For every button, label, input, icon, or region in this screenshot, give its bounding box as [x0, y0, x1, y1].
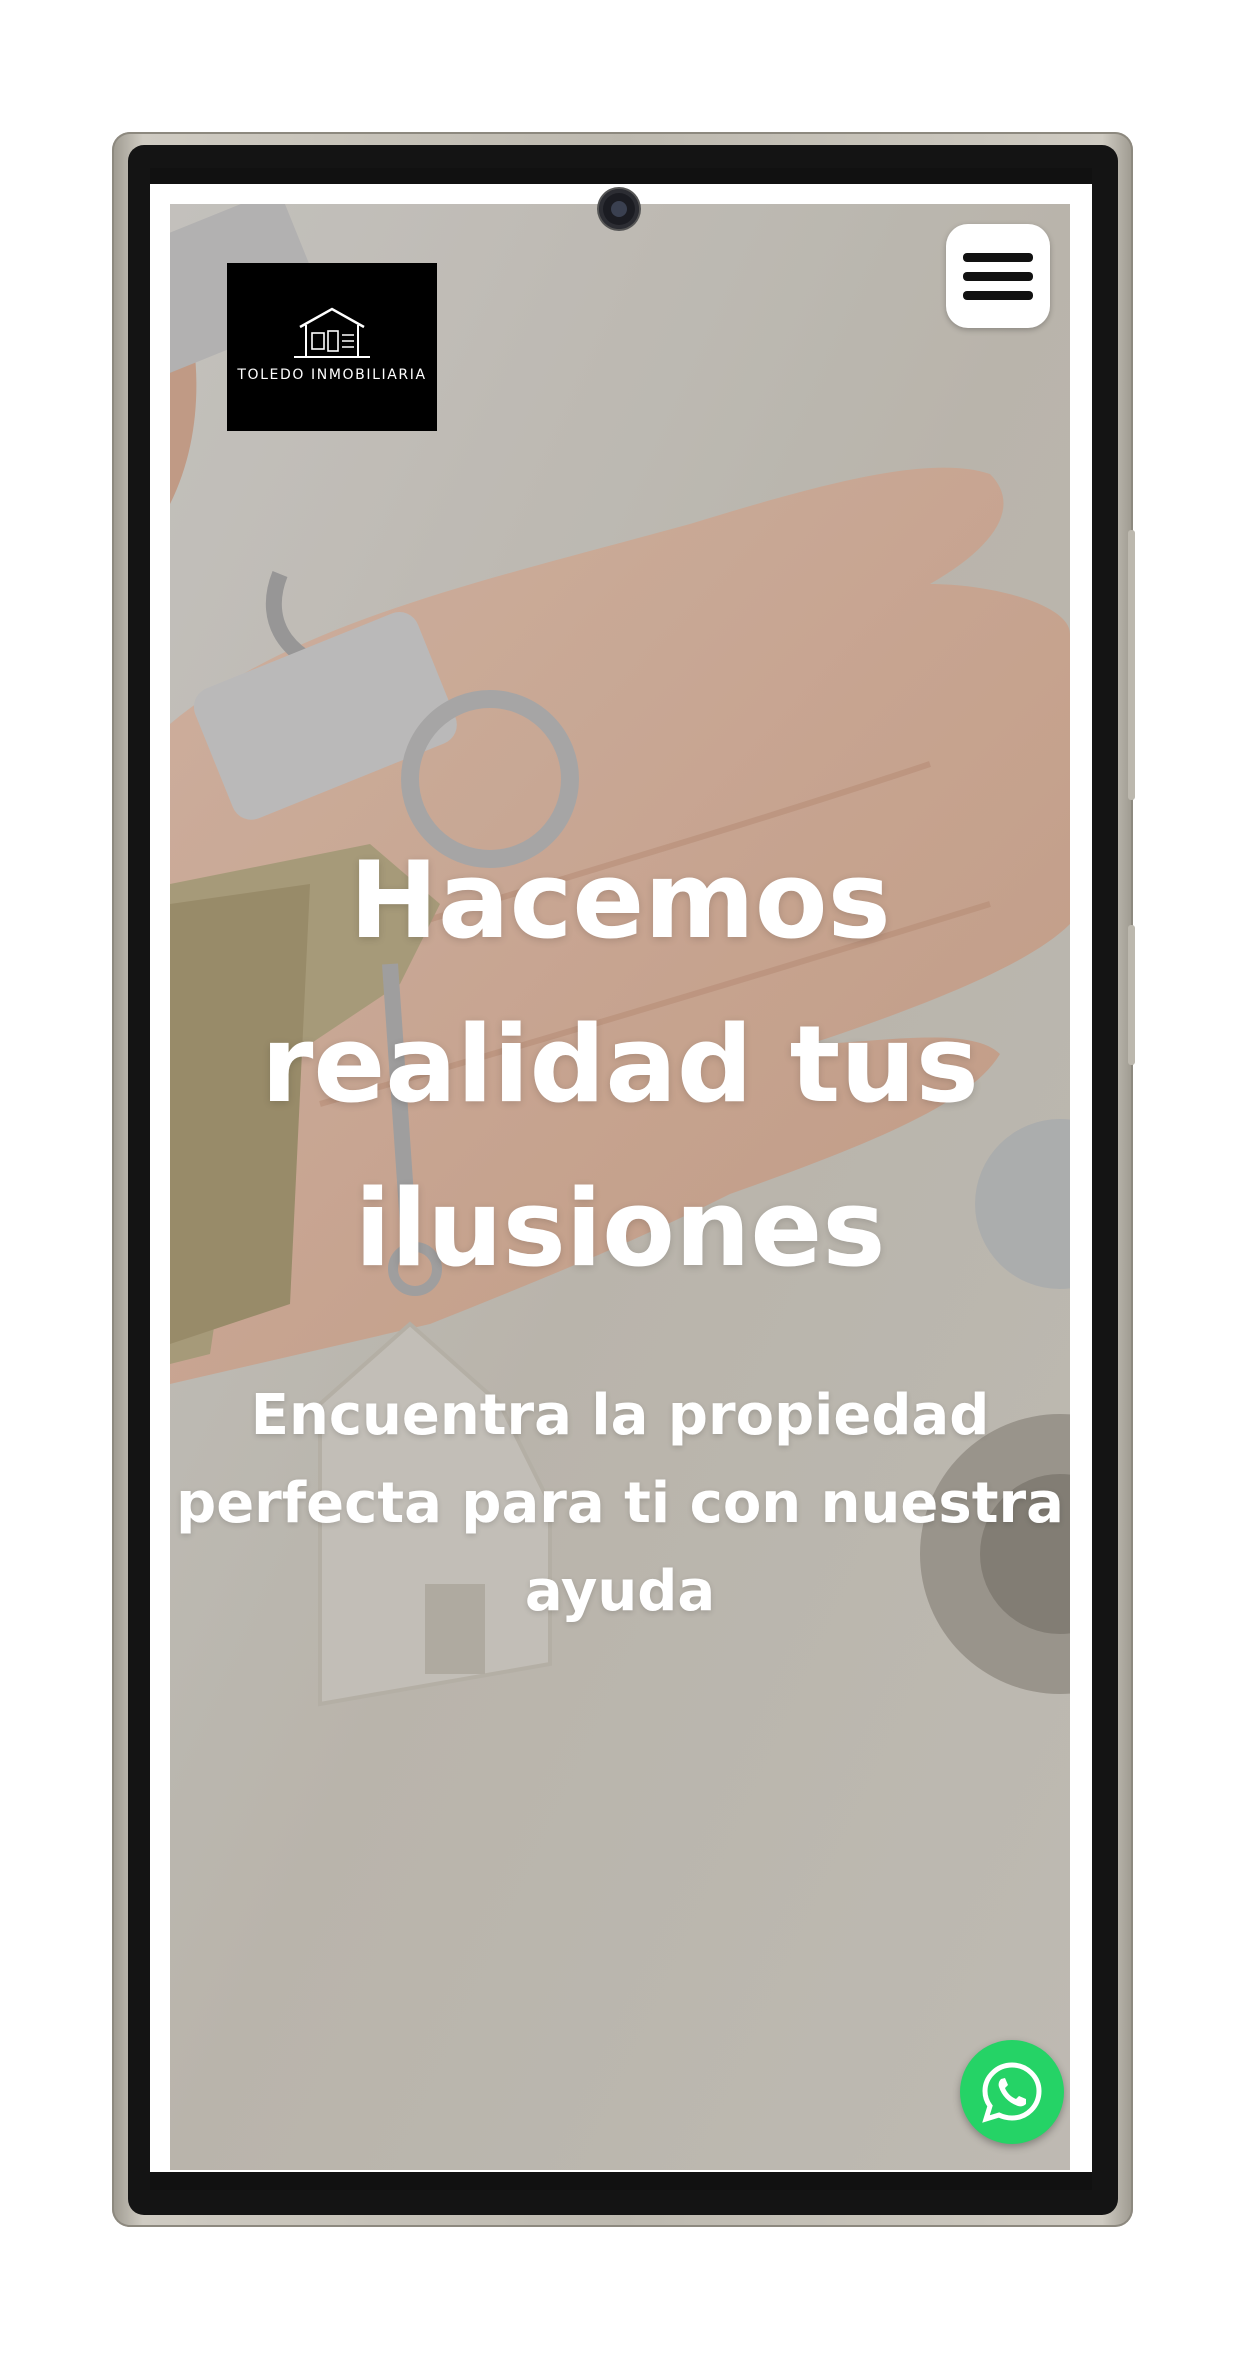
hero-subtitle-line: ayuda	[524, 1559, 716, 1624]
front-camera	[599, 189, 639, 229]
screen-top-edge	[150, 168, 1092, 184]
hamburger-menu-icon	[963, 290, 1033, 300]
logo-text: TOLEDO INMOBILIARIA	[237, 367, 427, 383]
house-icon	[294, 307, 370, 358]
whatsapp-icon	[982, 2062, 1042, 2123]
screen-bottom-edge	[150, 2172, 1092, 2190]
hero-section: TOLEDO INMOBILIARIA Hacemos realidad tus…	[170, 204, 1070, 2170]
hero-title-line: Hacemos	[349, 839, 891, 962]
hamburger-menu-icon	[963, 271, 1033, 281]
hero-subtitle-line: Encuentra la propiedad	[250, 1383, 990, 1448]
hero-title-line: ilusiones	[354, 1167, 886, 1290]
hamburger-menu-icon	[963, 252, 1033, 262]
hero-subtitle-line: perfecta para ti con nuestra	[176, 1471, 1064, 1536]
menu-button[interactable]	[946, 224, 1050, 328]
hero-subtitle: Encuentra la propiedad perfecta para ti …	[170, 1372, 1070, 1636]
whatsapp-button[interactable]	[960, 2040, 1064, 2144]
hero-title: Hacemos realidad tus ilusiones	[170, 819, 1070, 1311]
site-logo[interactable]: TOLEDO INMOBILIARIA	[227, 263, 437, 431]
phone-side-button	[1128, 925, 1135, 1065]
hero-title-line: realidad tus	[261, 1003, 979, 1126]
phone-side-button	[1128, 530, 1135, 800]
